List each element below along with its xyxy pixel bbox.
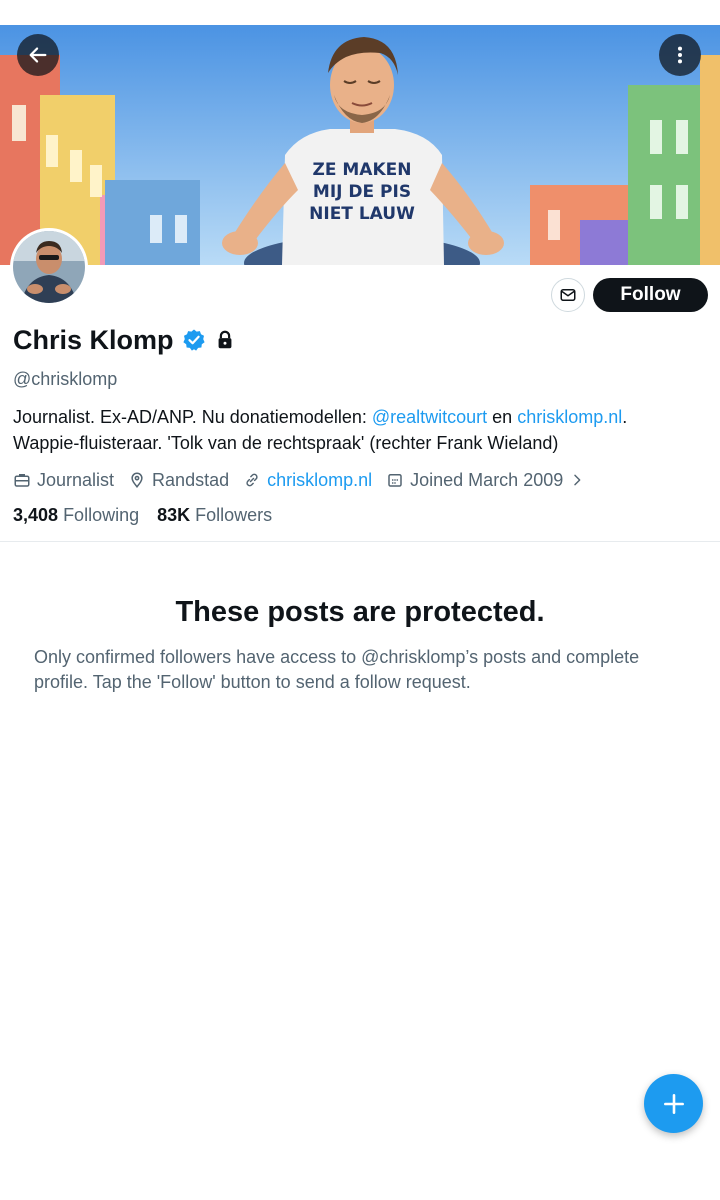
meta-location: Randstad bbox=[128, 470, 229, 491]
more-options-button[interactable] bbox=[659, 34, 701, 76]
profile-name: Chris Klomp bbox=[13, 324, 174, 355]
profile-banner[interactable]: ZE MAKEN MIJ DE PIS NIET LAUW bbox=[0, 25, 720, 265]
verified-badge-icon bbox=[182, 329, 205, 351]
arrow-left-icon bbox=[29, 47, 47, 63]
following-count: 3,408 bbox=[13, 505, 59, 525]
meta-joined-text: Joined March 2009 bbox=[410, 469, 564, 490]
meta-location-text: Randstad bbox=[152, 469, 230, 490]
meta-profession-text: Journalist bbox=[37, 469, 115, 490]
profile-stats: 3,408 Following 83K Followers bbox=[13, 505, 290, 526]
meta-website-link[interactable]: chrisklomp.nl bbox=[267, 470, 372, 491]
lock-icon bbox=[218, 330, 231, 349]
bio-mention-link[interactable]: @realtwitcourt bbox=[372, 407, 487, 427]
chevron-right-icon bbox=[574, 474, 581, 486]
profile-handle: @chrisklomp bbox=[13, 369, 118, 389]
following-label: Following bbox=[63, 505, 140, 525]
protected-message: Only confirmed followers have access to … bbox=[34, 647, 640, 692]
bio-text-2: en bbox=[487, 407, 518, 427]
followers-stat[interactable]: 83K Followers bbox=[157, 505, 272, 526]
calendar-icon bbox=[388, 474, 402, 487]
following-stat[interactable]: 3,408 Following bbox=[13, 505, 139, 526]
more-vertical-icon bbox=[677, 46, 683, 64]
followers-count: 83K bbox=[157, 505, 191, 525]
banner-shirt-line-1: ZE MAKEN bbox=[313, 160, 412, 180]
link-icon bbox=[246, 473, 258, 487]
divider bbox=[0, 541, 720, 542]
protected-title: These posts are protected. bbox=[175, 596, 545, 628]
bio-text-1: Journalist. Ex-AD/ANP. Nu donatiemodelle… bbox=[13, 407, 372, 427]
profile-name-row: Chris Klomp bbox=[13, 322, 236, 358]
meta-joined[interactable]: Joined March 2009 bbox=[386, 470, 585, 491]
follow-button[interactable]: Follow bbox=[593, 278, 708, 312]
bio-text-3: . bbox=[622, 407, 628, 427]
banner-shirt-line-2: MIJ DE PIS bbox=[313, 182, 411, 202]
avatar[interactable] bbox=[10, 228, 88, 306]
bio-website-link[interactable]: chrisklomp.nl bbox=[517, 407, 622, 427]
bio-text-line-2: Wappie-fluisteraar. 'Tolk van de rechtsp… bbox=[13, 433, 559, 453]
profile-meta: Journalist Randstad chrisklomp.nl Joined… bbox=[13, 467, 599, 493]
briefcase-icon bbox=[14, 474, 30, 487]
plus-icon bbox=[663, 1093, 684, 1114]
compose-fab-button[interactable] bbox=[644, 1074, 703, 1133]
profile-bio: Journalist. Ex-AD/ANP. Nu donatiemodelle… bbox=[13, 404, 703, 456]
banner-shirt-line-3: NIET LAUW bbox=[309, 204, 415, 224]
meta-profession: Journalist bbox=[13, 470, 114, 491]
followers-label: Followers bbox=[195, 505, 273, 525]
envelope-icon bbox=[560, 289, 576, 301]
message-button[interactable] bbox=[551, 278, 585, 312]
location-pin-icon bbox=[131, 472, 143, 488]
meta-website[interactable]: chrisklomp.nl bbox=[243, 470, 372, 491]
back-button[interactable] bbox=[17, 34, 59, 76]
